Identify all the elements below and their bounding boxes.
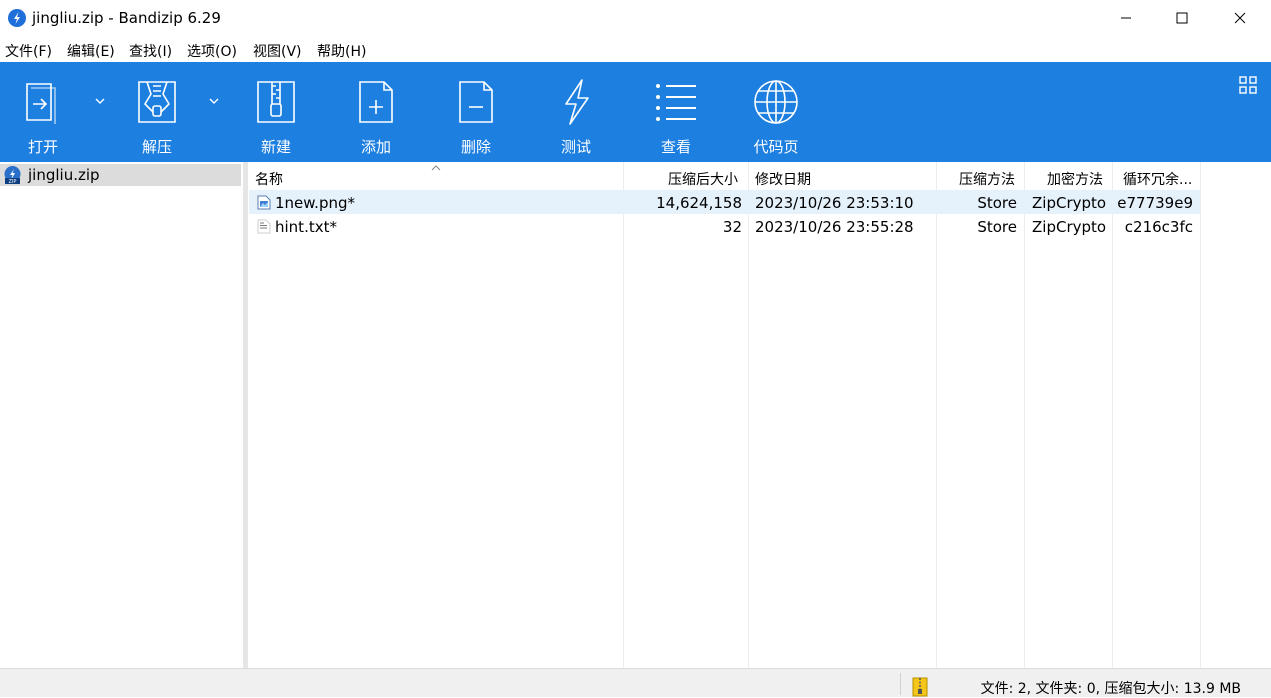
column-divider[interactable] — [1200, 162, 1201, 668]
file-name: hint.txt* — [275, 218, 337, 236]
menu-help[interactable]: 帮助(H) — [317, 41, 366, 61]
extract-button[interactable]: 解压 — [117, 62, 197, 162]
new-archive-icon — [257, 81, 295, 123]
file-encryption: ZipCrypto — [1032, 194, 1107, 212]
layout-grid-icon[interactable] — [1239, 76, 1257, 94]
menu-find[interactable]: 查找(I) — [129, 41, 172, 61]
window-title: jingliu.zip - Bandizip 6.29 — [32, 9, 221, 27]
codepage-label: 代码页 — [753, 138, 799, 156]
delete-file-icon — [459, 81, 493, 123]
toolbar: 打开 解压 新建 添加 删除 测试 查看 代码页 — [0, 62, 1271, 162]
menu-view[interactable]: 视图(V) — [253, 41, 302, 61]
image-file-icon — [257, 195, 271, 210]
view-button[interactable]: 查看 — [636, 62, 716, 162]
menu-edit[interactable]: 编辑(E) — [67, 41, 115, 61]
maximize-icon — [1176, 12, 1188, 24]
add-button[interactable]: 添加 — [336, 62, 416, 162]
open-icon — [26, 83, 56, 124]
title-bar: jingliu.zip - Bandizip 6.29 — [0, 0, 1271, 36]
svg-text:ZIP: ZIP — [9, 179, 17, 184]
bandizip-logo-icon — [8, 9, 26, 27]
file-packed-size: 14,624,158 — [656, 194, 742, 212]
column-header-crc[interactable]: 循环冗余... — [1123, 162, 1192, 190]
file-modified: 2023/10/26 23:55:28 — [755, 218, 914, 236]
add-label: 添加 — [360, 138, 391, 156]
file-row[interactable]: hint.txt* 32 2023/10/26 23:55:28 Store Z… — [249, 214, 1200, 238]
folder-tree-pane: ZIP jingliu.zip — [0, 162, 243, 668]
column-header-modified[interactable]: 修改日期 — [755, 162, 811, 190]
file-list-pane: 名称 压缩后大小 修改日期 压缩方法 加密方法 循环冗余... 1new.png… — [248, 162, 1271, 668]
menu-options[interactable]: 选项(O) — [187, 41, 237, 61]
file-crc: c216c3fc — [1124, 218, 1193, 236]
zip-archive-icon: ZIP — [4, 166, 21, 184]
menu-file[interactable]: 文件(F) — [5, 41, 52, 61]
codepage-button[interactable]: 代码页 — [736, 62, 816, 162]
open-button[interactable]: 打开 — [3, 62, 83, 162]
tree-item-label: jingliu.zip — [28, 166, 100, 184]
tree-item-archive-root[interactable]: ZIP jingliu.zip — [0, 164, 241, 186]
column-header-name[interactable]: 名称 — [255, 162, 283, 190]
file-method: Store — [977, 194, 1017, 212]
file-packed-size: 32 — [722, 218, 742, 236]
view-label: 查看 — [660, 138, 691, 156]
delete-label: 删除 — [460, 138, 491, 156]
add-file-icon — [359, 81, 393, 123]
menu-bar: 文件(F) 编辑(E) 查找(I) 选项(O) 视图(V) 帮助(H) — [0, 36, 1271, 62]
close-icon — [1234, 12, 1246, 24]
open-label: 打开 — [27, 138, 58, 156]
lightning-test-icon — [565, 79, 589, 125]
minimize-button[interactable] — [1103, 0, 1149, 36]
list-view-icon — [656, 84, 696, 121]
sort-ascending-icon — [431, 165, 441, 171]
test-label: 测试 — [560, 138, 591, 156]
extract-icon — [138, 81, 176, 123]
file-modified: 2023/10/26 23:53:10 — [755, 194, 914, 212]
test-button[interactable]: 测试 — [536, 62, 616, 162]
file-name: 1new.png* — [275, 194, 355, 212]
new-label: 新建 — [260, 138, 291, 156]
file-crc: e77739e9 — [1117, 194, 1193, 212]
close-button[interactable] — [1217, 0, 1263, 36]
status-summary: 文件: 2, 文件夹: 0, 压缩包大小: 13.9 MB — [980, 681, 1241, 697]
globe-icon — [754, 80, 798, 124]
file-encryption: ZipCrypto — [1032, 218, 1107, 236]
file-row[interactable]: 1new.png* 14,624,158 2023/10/26 23:53:10… — [249, 190, 1200, 214]
zip-archive-status-icon — [912, 677, 928, 697]
maximize-button[interactable] — [1159, 0, 1205, 36]
new-button[interactable]: 新建 — [236, 62, 316, 162]
column-header-encryption[interactable]: 加密方法 — [1047, 162, 1103, 190]
delete-button[interactable]: 删除 — [436, 62, 516, 162]
file-method: Store — [977, 218, 1017, 236]
text-file-icon — [257, 219, 271, 234]
open-dropdown-chevron-icon[interactable] — [93, 94, 107, 108]
status-divider — [900, 673, 901, 695]
extract-dropdown-chevron-icon[interactable] — [207, 94, 221, 108]
column-header-method[interactable]: 压缩方法 — [959, 162, 1015, 190]
column-header-packed-size[interactable]: 压缩后大小 — [668, 162, 738, 190]
minimize-icon — [1121, 17, 1131, 19]
extract-label: 解压 — [141, 138, 172, 156]
status-bar: 文件: 2, 文件夹: 0, 压缩包大小: 13.9 MB — [0, 668, 1271, 697]
